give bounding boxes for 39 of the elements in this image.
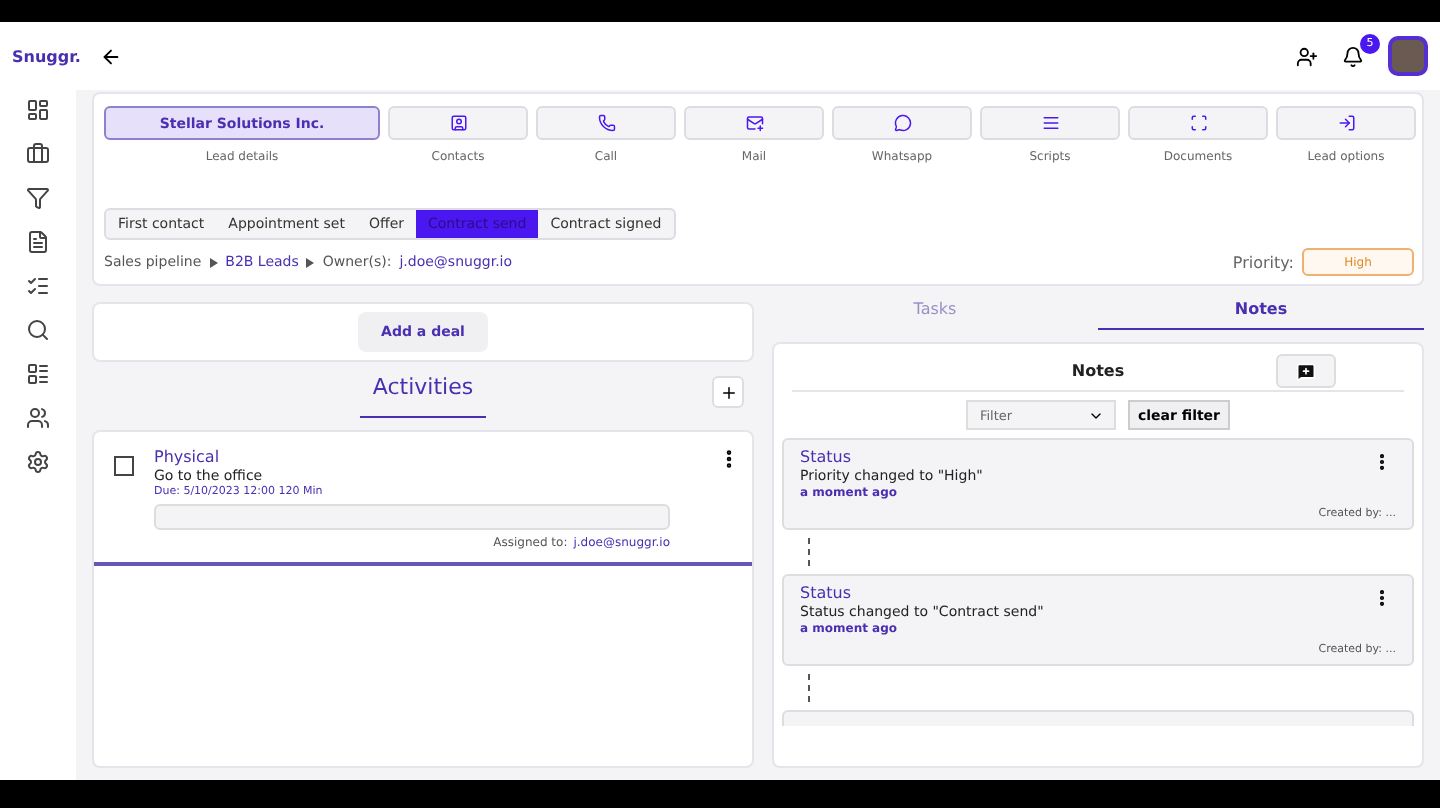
activity-field[interactable] <box>154 504 670 530</box>
bell-icon[interactable] <box>1342 45 1364 67</box>
enter-icon <box>1337 114 1355 132</box>
avatar-placeholder[interactable] <box>1388 36 1428 76</box>
action-button[interactable] <box>684 106 824 140</box>
users-icon[interactable] <box>26 406 50 430</box>
add-activity-button[interactable] <box>712 376 744 408</box>
search-icon[interactable] <box>26 318 50 342</box>
activity-type: Physical <box>154 448 222 466</box>
chevron-down-icon <box>1087 408 1104 424</box>
funnel-icon[interactable] <box>26 186 50 210</box>
tab[interactable]: Notes <box>1098 290 1424 330</box>
mail-plus-icon <box>745 114 763 132</box>
note-title: Status <box>800 584 851 602</box>
brand-logo[interactable]: Snuggr. <box>12 47 76 65</box>
caret-icon <box>306 257 315 267</box>
add-user-icon[interactable] <box>1296 45 1318 67</box>
back-arrow-icon[interactable] <box>100 45 122 67</box>
board-icon[interactable] <box>26 362 50 386</box>
dashboard-icon[interactable] <box>26 98 50 122</box>
priority-label: Priority: <box>1232 253 1294 271</box>
action-button[interactable] <box>388 106 528 140</box>
scan-frame-icon <box>1189 114 1207 132</box>
document-icon[interactable] <box>26 230 50 254</box>
checklist-icon[interactable] <box>26 274 50 298</box>
add-comment-icon <box>1296 361 1316 381</box>
note-title: Status <box>800 448 851 466</box>
briefcase-icon[interactable] <box>26 142 50 166</box>
settings-icon[interactable] <box>26 450 50 474</box>
caret-icon <box>209 257 218 267</box>
add-note-button[interactable] <box>1276 354 1336 388</box>
chat-bubble-icon <box>893 114 911 132</box>
contact-card-icon <box>449 114 467 132</box>
checkbox[interactable] <box>114 456 134 476</box>
activities-title: Activities <box>360 374 486 418</box>
plus-icon <box>719 383 737 401</box>
lines-icon <box>1041 114 1059 132</box>
phone-icon <box>597 114 615 132</box>
notes-title: Notes <box>1071 362 1125 380</box>
